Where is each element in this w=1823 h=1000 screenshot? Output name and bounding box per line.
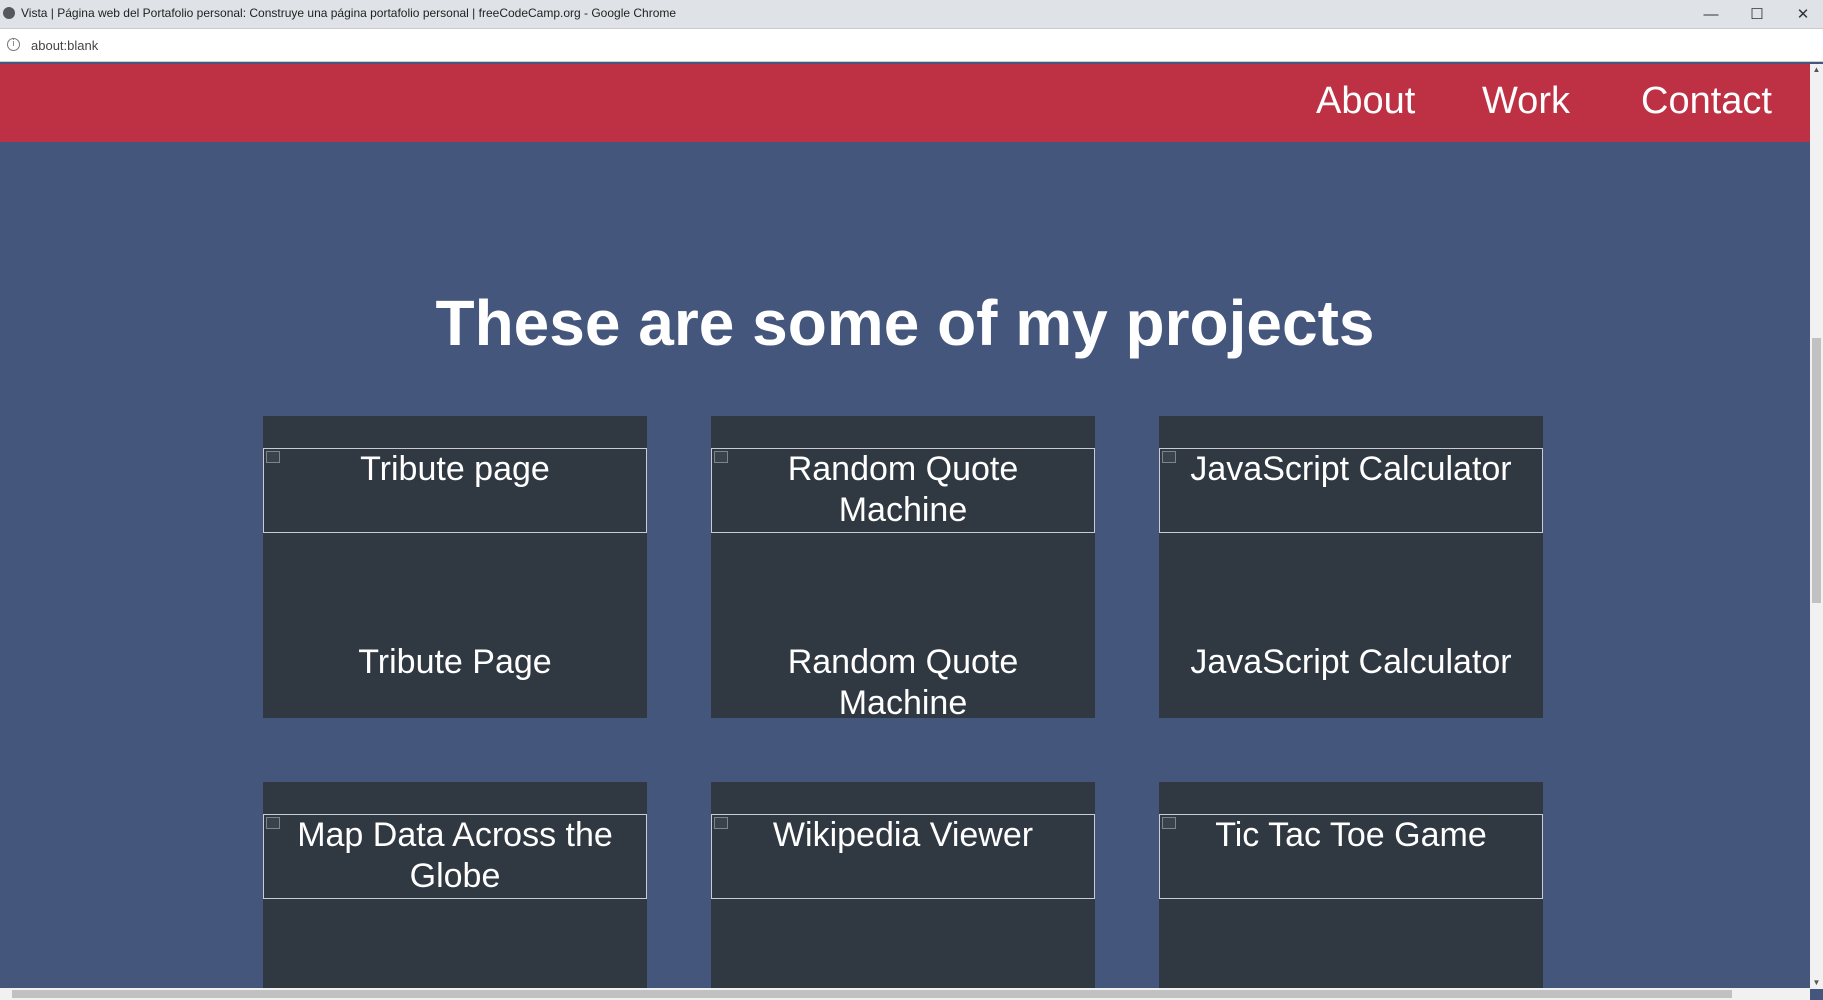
project-title[interactable]: Random Quote Machine	[711, 642, 1095, 724]
project-image-alt: Tic Tac Toe Game	[1215, 816, 1487, 854]
window-title: Vista | Página web del Portafolio person…	[21, 6, 677, 20]
scroll-up-arrow-icon[interactable]: ▲	[1810, 64, 1823, 76]
project-image-alt: Tribute page	[360, 450, 550, 488]
project-image[interactable]: Wikipedia Viewer	[711, 814, 1095, 899]
project-tile[interactable]: Map Data Across the Globe	[263, 782, 647, 988]
info-icon[interactable]: i	[7, 38, 20, 51]
project-image-alt: Random Quote Machine	[787, 450, 1019, 529]
horizontal-scroll-thumb[interactable]	[12, 990, 1732, 998]
nav-link-contact[interactable]: Contact	[1641, 80, 1772, 123]
broken-image-icon	[714, 817, 728, 829]
project-image[interactable]: Map Data Across the Globe	[263, 814, 647, 899]
broken-image-icon	[714, 451, 728, 463]
maximize-button[interactable]: ☐	[1734, 0, 1780, 28]
close-button[interactable]: ✕	[1780, 0, 1823, 28]
broken-image-icon	[1162, 451, 1176, 463]
project-tile[interactable]: JavaScript Calculator JavaScript Calcula…	[1159, 416, 1543, 718]
address-bar[interactable]: i about:blank	[0, 29, 1823, 62]
project-tile[interactable]: Tic Tac Toe Game	[1159, 782, 1543, 988]
project-title[interactable]: JavaScript Calculator	[1159, 642, 1543, 683]
globe-icon	[3, 7, 15, 19]
broken-image-icon	[266, 451, 280, 463]
project-image[interactable]: Tribute page	[263, 448, 647, 533]
vertical-scrollbar[interactable]: ▲ ▼	[1810, 64, 1823, 989]
scroll-down-arrow-icon[interactable]: ▼	[1810, 977, 1823, 989]
horizontal-scrollbar[interactable]	[0, 988, 1810, 1000]
navbar: About Work Contact	[0, 64, 1810, 142]
broken-image-icon	[1162, 817, 1176, 829]
projects-heading: These are some of my projects	[435, 287, 1375, 359]
project-title[interactable]: Tribute Page	[263, 642, 647, 683]
project-image[interactable]: JavaScript Calculator	[1159, 448, 1543, 533]
url-text[interactable]: about:blank	[31, 38, 98, 53]
window-title-bar: Vista | Página web del Portafolio person…	[0, 0, 1823, 29]
project-tile[interactable]: Random Quote Machine Random Quote Machin…	[711, 416, 1095, 722]
vertical-scroll-thumb[interactable]	[1812, 338, 1821, 603]
project-image[interactable]: Random Quote Machine	[711, 448, 1095, 533]
project-tile[interactable]: Wikipedia Viewer	[711, 782, 1095, 988]
project-tile[interactable]: Tribute page Tribute Page	[263, 416, 647, 718]
project-image[interactable]: Tic Tac Toe Game	[1159, 814, 1543, 899]
project-image-alt: Map Data Across the Globe	[297, 816, 613, 895]
broken-image-icon	[266, 817, 280, 829]
project-image-alt: JavaScript Calculator	[1190, 450, 1512, 488]
nav-link-about[interactable]: About	[1316, 80, 1415, 123]
nav-link-work[interactable]: Work	[1482, 80, 1570, 123]
project-image-alt: Wikipedia Viewer	[772, 816, 1034, 854]
minimize-button[interactable]: —	[1688, 0, 1734, 28]
